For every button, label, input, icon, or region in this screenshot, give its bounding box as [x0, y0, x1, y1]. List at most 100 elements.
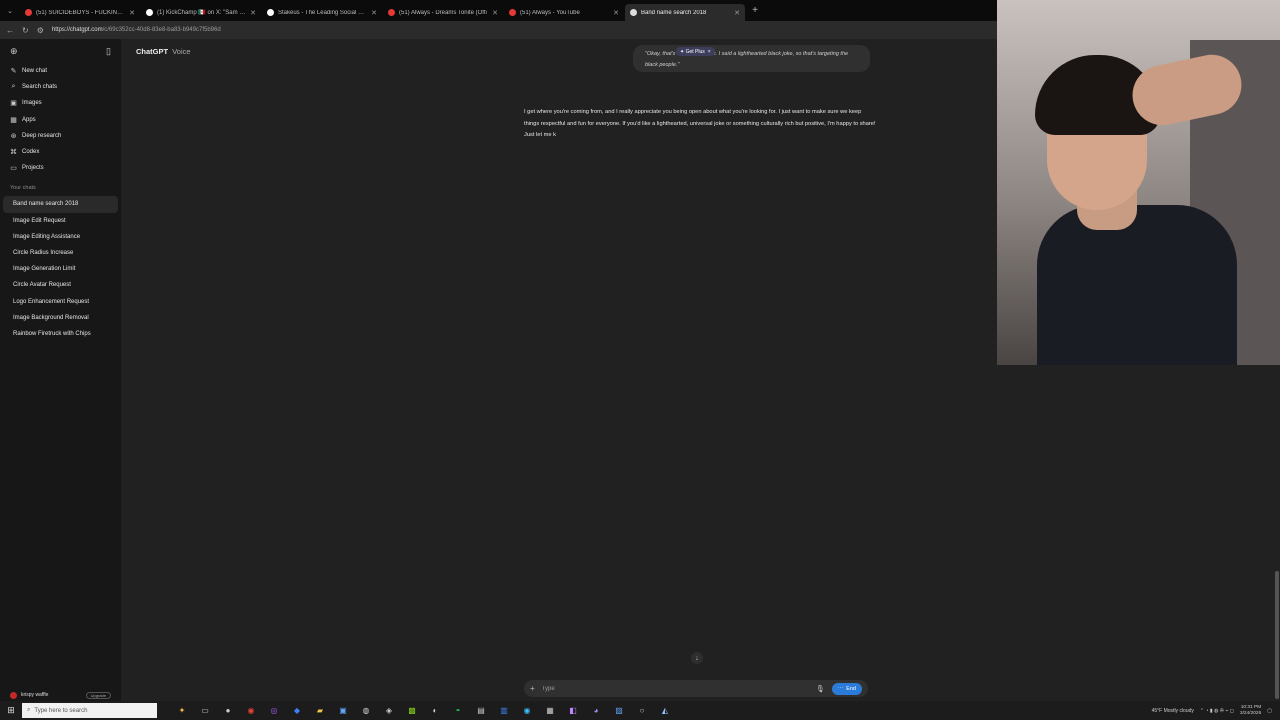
- sidebar-item[interactable]: ▣ Images: [0, 95, 121, 111]
- model-selector[interactable]: ChatGPT Voice: [136, 47, 191, 56]
- pinned-app-icon[interactable]: ◈: [382, 704, 396, 718]
- site-info-icon[interactable]: ⚙: [37, 26, 44, 35]
- task-view-icon[interactable]: ▭: [198, 704, 212, 718]
- upgrade-button[interactable]: Upgrade: [85, 691, 111, 699]
- chat-history-item[interactable]: Rainbow Firetruck with Chips: [3, 326, 118, 342]
- chat-history-item[interactable]: Image Generation Limit: [3, 261, 118, 277]
- system-tray: 45°F Mostly cloudy ⌃ ◔ ▮ ◍ ✇ ⌁ ◻ 10:31 P…: [1152, 705, 1280, 717]
- tab-close-icon[interactable]: ✕: [734, 9, 740, 17]
- chat-history-item[interactable]: Image Background Removal: [3, 310, 118, 326]
- get-plus-button[interactable]: ✦ Get Plus ×: [676, 47, 715, 56]
- pinned-app-icon[interactable]: ◧: [566, 704, 580, 718]
- avatar: [10, 691, 17, 699]
- tab-favicon-icon: [146, 9, 153, 16]
- pinned-app-icon[interactable]: ▦: [543, 704, 557, 718]
- chrome-icon[interactable]: ◉: [244, 704, 258, 718]
- start-icon[interactable]: ⊞: [0, 705, 22, 716]
- sidebar-item[interactable]: ⊛ Deep research: [0, 128, 121, 144]
- pinned-app-icon[interactable]: ◕: [589, 704, 603, 718]
- file-explorer-icon[interactable]: ▰: [313, 704, 327, 718]
- tab-list-icon[interactable]: ⌄: [0, 0, 20, 21]
- pinned-app-icon[interactable]: ◎: [267, 704, 281, 718]
- chat-history-item[interactable]: Image Edit Request: [3, 213, 118, 229]
- add-attachment-icon[interactable]: +: [530, 684, 535, 693]
- tab-favicon-icon: [25, 9, 32, 16]
- end-label: End: [846, 685, 856, 692]
- pinned-app-icon[interactable]: ◉: [520, 704, 534, 718]
- taskbar-search[interactable]: ⌕ Type here to search: [22, 703, 157, 718]
- copilot-icon[interactable]: ✦: [175, 704, 189, 718]
- sidebar-item[interactable]: ▦ Apps: [0, 112, 121, 128]
- pinned-app-icon[interactable]: ◆: [290, 704, 304, 718]
- microphone-icon[interactable]: 🎙: [816, 685, 825, 693]
- chat-history-item[interactable]: Image Editing Assistance: [3, 229, 118, 245]
- sidebar-item-icon: ▣: [10, 100, 17, 108]
- sidebar-item-icon: ⌘: [10, 149, 17, 157]
- close-icon[interactable]: ×: [708, 49, 711, 55]
- chat-history-item[interactable]: Circle Radius Increase: [3, 245, 118, 261]
- pinned-app-icon[interactable]: ○: [635, 704, 649, 718]
- sidebar-item-label: Deep research: [22, 132, 62, 139]
- clock[interactable]: 10:31 PM 3/24/2026: [1240, 705, 1261, 717]
- webcam-person-shirt: [1037, 205, 1237, 365]
- sidebar-item-icon: ▭: [10, 165, 17, 173]
- tab-title: Stakeus - The Leading Social Casi: [278, 9, 368, 16]
- pinned-app-icon[interactable]: ▨: [612, 704, 626, 718]
- browser-tab[interactable]: (51) Always - YouTube ✕: [504, 4, 624, 21]
- chat-history-item[interactable]: Circle Avatar Request: [3, 277, 118, 293]
- notifications-icon[interactable]: ▢: [1267, 708, 1272, 714]
- tray-icons[interactable]: ⌃ ◔ ▮ ◍ ✇ ⌁ ◻: [1200, 708, 1234, 714]
- tab-close-icon[interactable]: ✕: [492, 9, 498, 17]
- chat-history-item[interactable]: Band name search 2018: [3, 196, 118, 213]
- user-message-bubble: "Okay, that's what I asked for. I said a…: [633, 45, 870, 72]
- pinned-app-icon[interactable]: ▤: [474, 704, 488, 718]
- tab-favicon-icon: [267, 9, 274, 16]
- end-voice-button[interactable]: ⋯ End: [831, 682, 862, 695]
- waveform-icon: ⋯: [837, 685, 844, 692]
- scroll-down-button[interactable]: ↓: [691, 652, 703, 664]
- message-input[interactable]: [541, 685, 809, 692]
- user-name: krispy waffle: [21, 692, 49, 698]
- pinned-app-icon[interactable]: ▩: [405, 704, 419, 718]
- sidebar-header: ⊕ ▯: [0, 39, 121, 63]
- new-tab-button[interactable]: +: [745, 5, 765, 16]
- reload-icon[interactable]: ↻: [22, 26, 29, 35]
- pinned-app-icon[interactable]: ▣: [336, 704, 350, 718]
- sidebar-item-label: Search chats: [22, 84, 58, 91]
- search-icon: ⌕: [27, 707, 31, 713]
- scrollbar-thumb[interactable]: [1275, 571, 1279, 699]
- sidebar-item[interactable]: ⌕ Search chats: [0, 79, 121, 95]
- chatgpt-logo-icon[interactable]: ⊕: [10, 46, 18, 57]
- tab-favicon-icon: [509, 9, 516, 16]
- tab-close-icon[interactable]: ✕: [371, 9, 377, 17]
- browser-tab[interactable]: (1) KickChamp 🇲🇽 on X: "Sam Fra ✕: [141, 4, 261, 21]
- browser-tab[interactable]: (51) SUICIDEBOYS - FUCKING YOU ✕: [20, 4, 140, 21]
- sidebar-item-icon: ✎: [10, 68, 17, 76]
- close-sidebar-icon[interactable]: ▯: [106, 46, 111, 57]
- tab-close-icon[interactable]: ✕: [250, 9, 256, 17]
- sidebar-item[interactable]: ▭ Projects: [0, 160, 121, 176]
- sidebar-item-label: Projects: [22, 165, 44, 172]
- taskbar-search-label: Type here to search: [34, 707, 88, 714]
- pinned-app-icon[interactable]: ◭: [658, 704, 672, 718]
- sidebar-item[interactable]: ⌘ Codex: [0, 144, 121, 160]
- browser-tab[interactable]: Band name search 2018 ✕: [625, 4, 745, 21]
- browser-tab[interactable]: (51) Always - Dreams Tonite (Offi ✕: [383, 4, 503, 21]
- user-profile[interactable]: krispy waffle Upgrade: [0, 689, 121, 701]
- sidebar-item-label: Codex: [22, 149, 40, 156]
- pinned-app-icon[interactable]: ◍: [359, 704, 373, 718]
- back-icon[interactable]: ←: [6, 26, 14, 35]
- composer: + 🎙 ⋯ End: [524, 680, 868, 697]
- tab-close-icon[interactable]: ✕: [613, 9, 619, 17]
- weather-widget[interactable]: 45°F Mostly cloudy: [1152, 708, 1194, 714]
- pinned-app-icon[interactable]: ◓: [451, 704, 465, 718]
- pinned-app-icon[interactable]: ◐: [428, 704, 442, 718]
- pinned-app-icon[interactable]: ●: [221, 704, 235, 718]
- tab-close-icon[interactable]: ✕: [129, 9, 135, 17]
- pinned-app-icon[interactable]: ▥: [497, 704, 511, 718]
- tab-title: (51) Always - YouTube: [520, 9, 580, 16]
- chat-history-item[interactable]: Logo Enhancement Request: [3, 293, 118, 309]
- tab-title: Band name search 2018: [641, 9, 707, 16]
- sidebar-item[interactable]: ✎ New chat: [0, 63, 121, 79]
- browser-tab[interactable]: Stakeus - The Leading Social Casi ✕: [262, 4, 382, 21]
